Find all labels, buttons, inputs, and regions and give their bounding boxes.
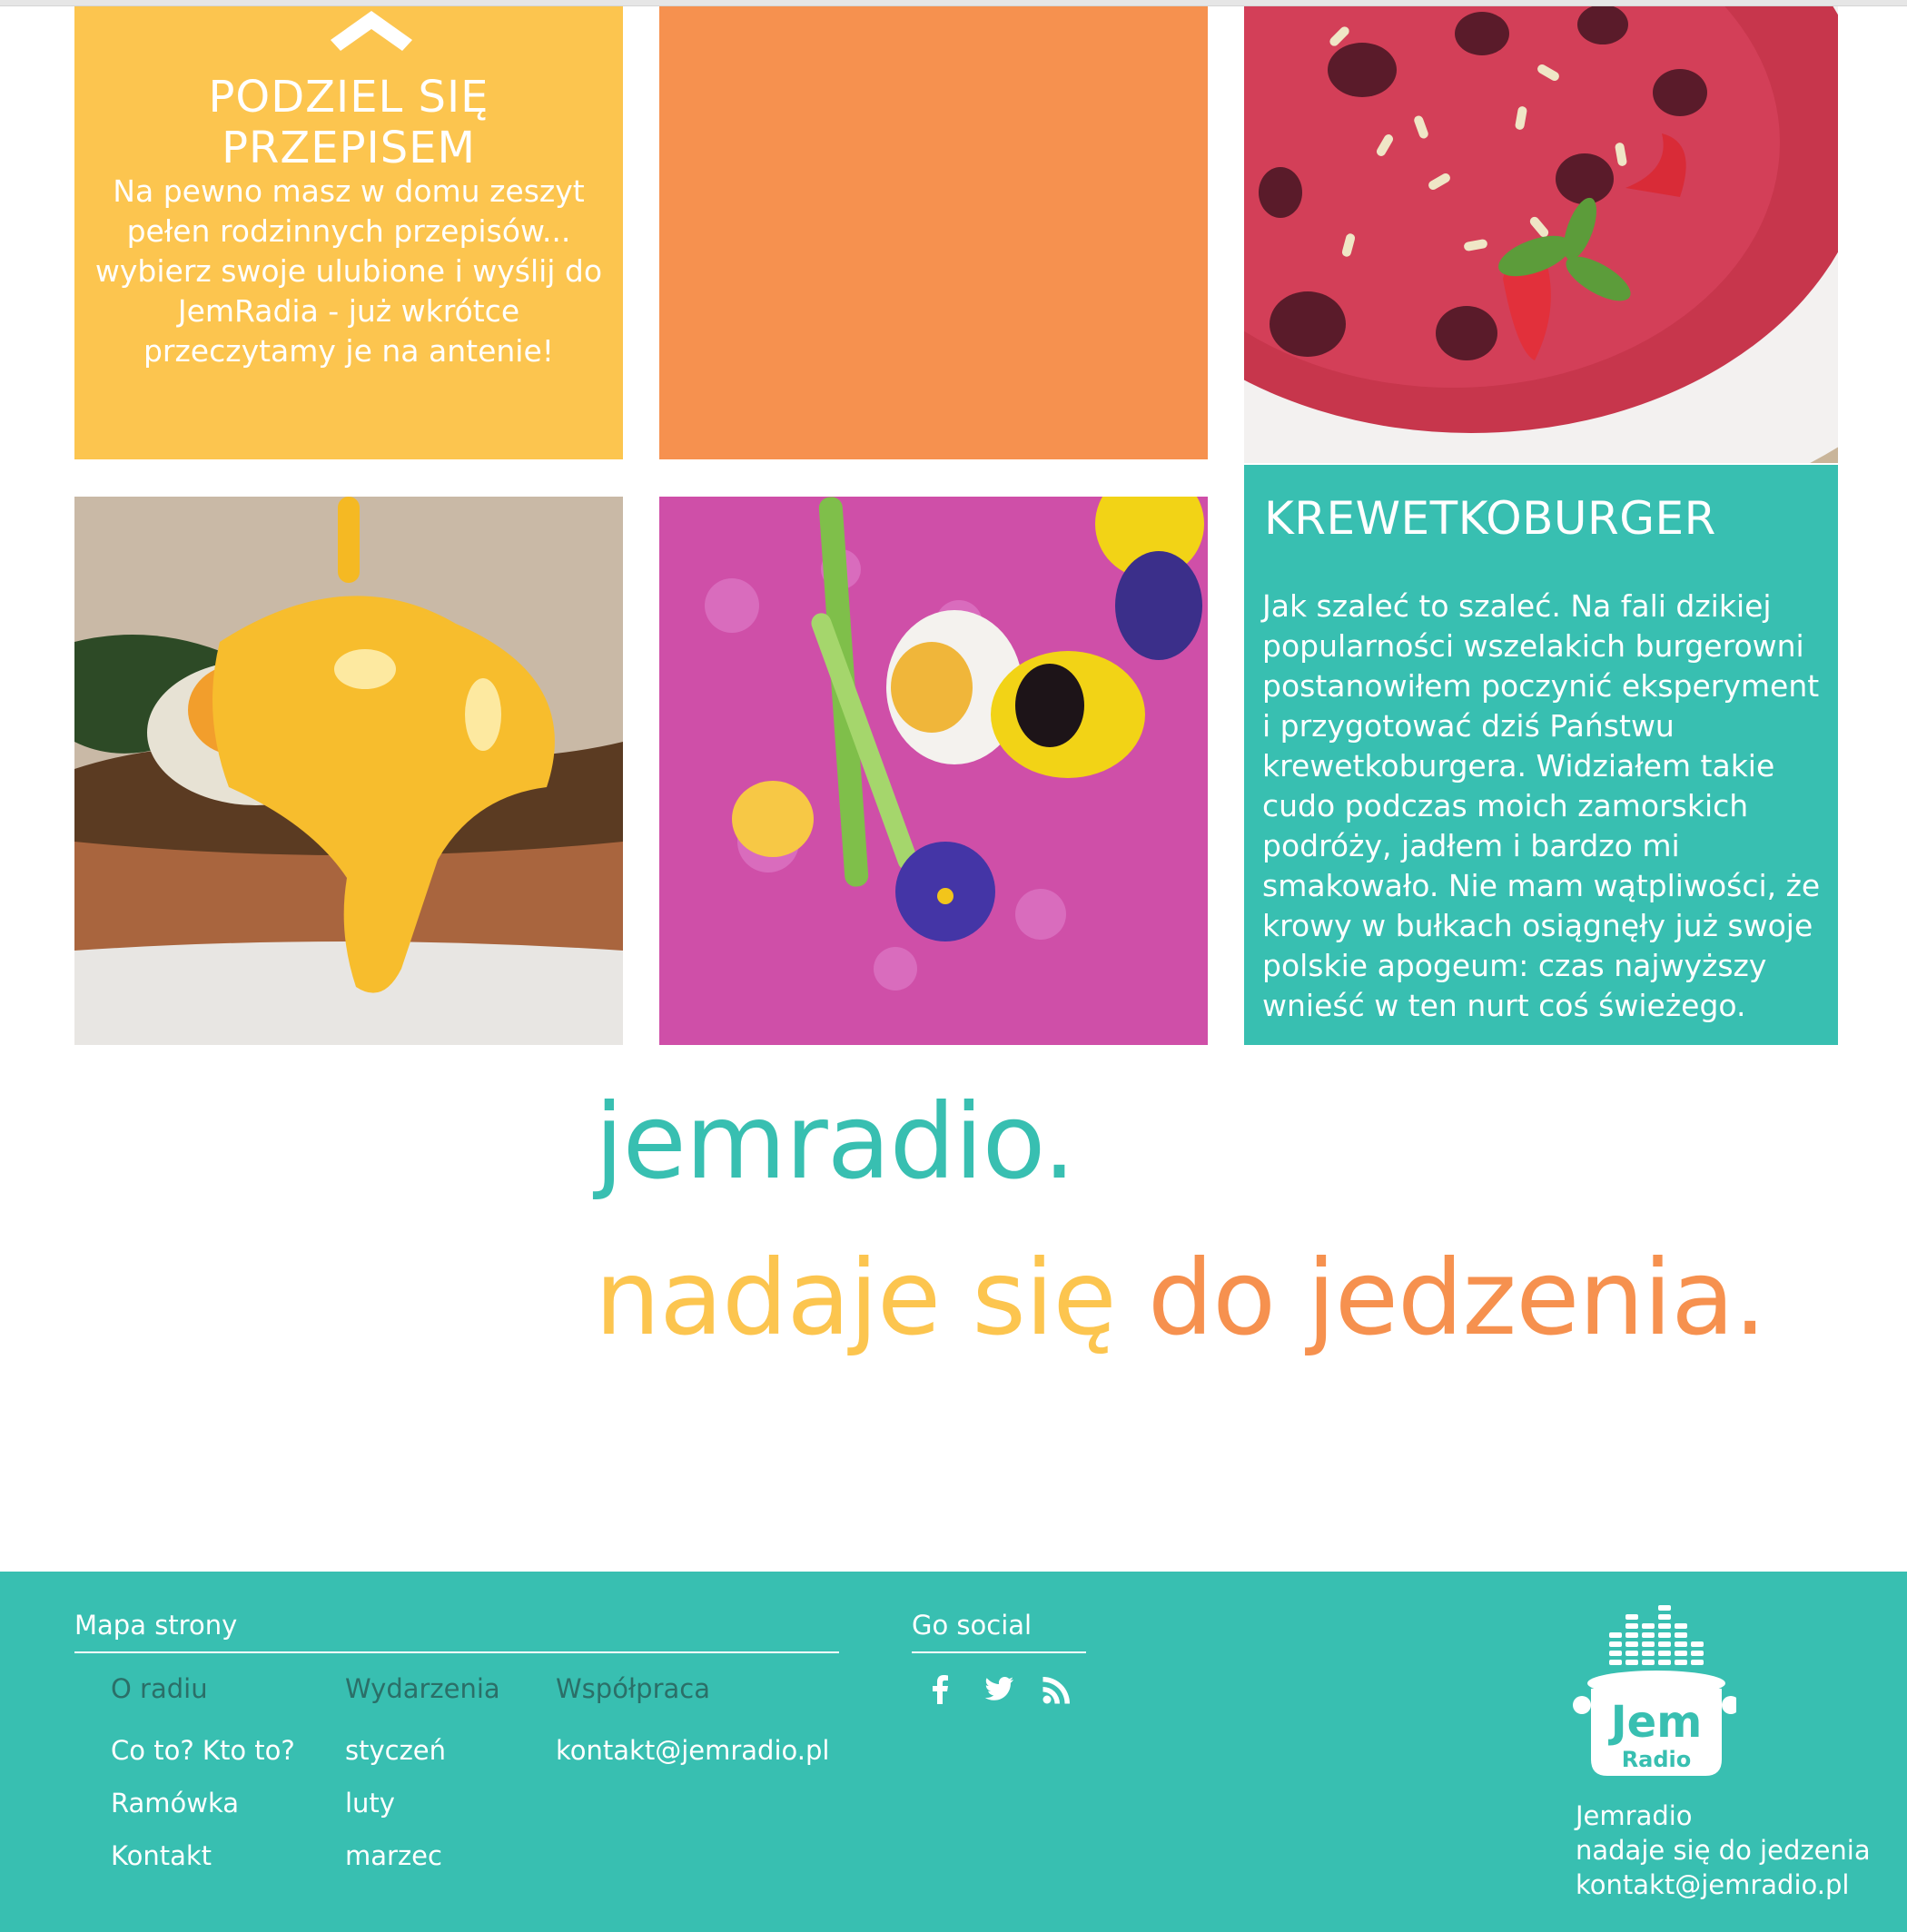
jemradio-logo[interactable]: Jem Radio [1573, 1605, 1736, 1823]
footer-info: Jemradio nadaje się do jedzenia kontakt@… [1576, 1799, 1871, 1902]
footer-link-who[interactable]: Co to? Kto to? [111, 1735, 295, 1766]
twitter-icon[interactable] [981, 1671, 1017, 1708]
raspberry-soup-image[interactable] [1244, 6, 1838, 463]
footer-link-february[interactable]: luty [345, 1788, 395, 1819]
slogan-tagline-part1: nadaje się [595, 1237, 1148, 1358]
sitemap-heading: Mapa strony [74, 1610, 238, 1641]
slogan-tagline: nadaje się do jedzenia. [595, 1235, 1767, 1362]
footer-info-name: Jemradio [1576, 1800, 1693, 1831]
footer-info-tagline: nadaje się do jedzenia [1576, 1835, 1871, 1866]
sitemap-divider [74, 1651, 839, 1653]
footer-link-january[interactable]: styczeń [345, 1735, 446, 1766]
chevron-up-icon [331, 11, 412, 51]
eggs-benedict-image[interactable] [74, 497, 623, 1045]
krewetkoburger-text: Jak szaleć to szaleć. Na fali dzikiej po… [1262, 588, 1821, 1023]
logo-text-jem: Jem [1608, 1697, 1702, 1748]
rss-icon[interactable] [1039, 1671, 1075, 1708]
logo-text-radio: Radio [1622, 1747, 1692, 1772]
footer-link-schedule[interactable]: Ramówka [111, 1788, 239, 1819]
social-heading: Go social [912, 1610, 1033, 1641]
slogan-brand: jemradio. [595, 1081, 1076, 1202]
slogan-tagline-part2: do jedzenia. [1147, 1237, 1767, 1358]
social-divider [912, 1651, 1086, 1653]
footer-col-cooperation-heading: Współpraca [556, 1673, 710, 1704]
share-recipe-text: Na pewno masz w domu zeszyt pełen rodzin… [94, 173, 603, 369]
top-divider [0, 0, 1907, 6]
footer-link-march[interactable]: marzec [345, 1840, 442, 1871]
footer-info-email[interactable]: kontakt@jemradio.pl [1576, 1868, 1871, 1902]
orange-color-tile [659, 6, 1208, 459]
footer-col-about-heading: O radiu [111, 1673, 208, 1704]
footer-link-contact[interactable]: Kontakt [111, 1840, 212, 1871]
share-recipe-title: PODZIEL SIĘ PRZEPISEM [208, 72, 489, 173]
site-footer: Mapa strony O radiu Co to? Kto to? Ramów… [0, 1572, 1907, 1932]
footer-link-email[interactable]: kontakt@jemradio.pl [556, 1735, 829, 1766]
krewetkoburger-tile[interactable]: KREWETKOBURGER Jak szaleć to szaleć. Na … [1244, 465, 1838, 1045]
footer-col-events-heading: Wydarzenia [345, 1673, 500, 1704]
share-recipe-tile[interactable]: PODZIEL SIĘ PRZEPISEM Na pewno masz w do… [74, 6, 623, 459]
cold-beet-soup-image[interactable] [659, 497, 1208, 1045]
krewetkoburger-title: KREWETKOBURGER [1264, 492, 1716, 545]
facebook-icon[interactable] [923, 1671, 959, 1708]
